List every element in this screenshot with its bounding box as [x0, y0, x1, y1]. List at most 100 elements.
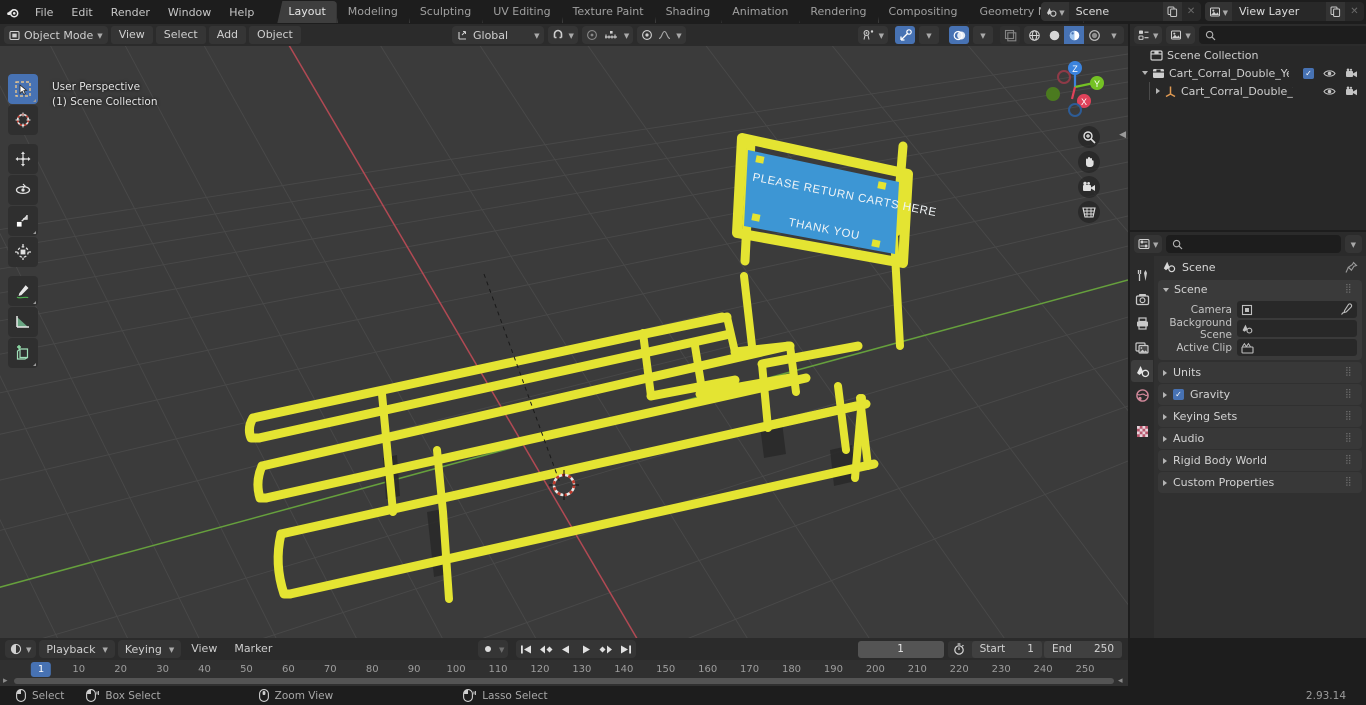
output-properties-tab[interactable]	[1131, 312, 1153, 334]
remove-view-layer-button[interactable]: ✕	[1345, 2, 1364, 21]
viewport-menu-add[interactable]: Add	[208, 26, 247, 44]
toggle-perspective-button[interactable]	[1078, 201, 1100, 223]
material-preview-shading-button[interactable]	[1064, 26, 1084, 44]
cursor-tool[interactable]	[8, 105, 38, 135]
pin-icon[interactable]	[1345, 261, 1358, 274]
current-frame-field[interactable]: 1	[857, 640, 944, 658]
disclosure-triangle-closed-icon[interactable]	[1163, 435, 1167, 442]
use-preview-range-button[interactable]	[948, 641, 970, 658]
camera-icon[interactable]	[1345, 68, 1358, 79]
outliner[interactable]: Scene Collection Cart_Corral_Double_Yell…	[1130, 46, 1366, 230]
move-tool[interactable]	[8, 144, 38, 174]
render-properties-tab[interactable]	[1131, 288, 1153, 310]
outliner-search-box[interactable]	[1198, 26, 1366, 44]
tab-modeling[interactable]: Modeling	[337, 1, 409, 23]
timeline-scroll-right-arrow[interactable]: ◂	[1118, 676, 1123, 686]
background-scene-field[interactable]	[1237, 320, 1357, 337]
timeline-menu-marker[interactable]: Marker	[227, 640, 279, 658]
tab-rendering[interactable]: Rendering	[799, 1, 877, 23]
tool-properties-tab[interactable]	[1131, 264, 1153, 286]
start-frame-value[interactable]: 1	[1027, 643, 1034, 655]
outliner-search-input[interactable]	[1219, 29, 1362, 41]
panel-drag-grip[interactable]: ⣿	[1345, 285, 1357, 294]
unlink-scene-button[interactable]: ✕	[1182, 2, 1201, 21]
panel-drag-grip[interactable]: ⣿	[1345, 456, 1357, 465]
play-button[interactable]	[576, 640, 596, 658]
overlays-options-button[interactable]: ▼	[973, 26, 993, 44]
tweak-select-box-tool[interactable]	[8, 74, 38, 104]
camera-view-button[interactable]	[1078, 176, 1100, 198]
navigation-gizmo[interactable]: Z Y X	[1042, 54, 1108, 120]
timeline-menu-keying[interactable]: Keying ▼	[117, 640, 182, 658]
outliner-row-cart-corral-object[interactable]: Cart_Corral_Double_Yellc	[1130, 82, 1366, 100]
view-layer-name-field[interactable]: View Layer	[1232, 2, 1326, 21]
viewport-menu-object[interactable]: Object	[249, 26, 301, 44]
properties-body[interactable]: Scene Scene ⣿ Camera Background Scene Ac…	[1154, 256, 1366, 638]
editor-type-selector[interactable]: Object Mode ▼	[4, 26, 108, 44]
timeline-playhead[interactable]: 1	[30, 662, 52, 677]
blender-logo-icon[interactable]	[0, 0, 26, 24]
disclosure-triangle-open-icon[interactable]	[1142, 71, 1148, 75]
tab-layout[interactable]: Layout	[277, 1, 337, 23]
properties-options-button[interactable]: ▼	[1344, 235, 1362, 253]
timeline-scrollbar[interactable]	[14, 678, 1114, 684]
orientation-label[interactable]: Global	[473, 29, 508, 42]
gizmo-toggle-button[interactable]	[895, 26, 915, 44]
jump-to-start-button[interactable]	[516, 640, 536, 658]
properties-editor-type-button[interactable]: ▼	[1134, 235, 1163, 253]
object-mode-label[interactable]: Object Mode	[24, 29, 93, 42]
falloff-group[interactable]: ▼	[637, 26, 686, 44]
scene-selector[interactable]: ▼ Scene ✕	[1041, 2, 1201, 21]
jump-to-next-keyframe-button[interactable]	[596, 640, 616, 658]
texture-properties-tab[interactable]	[1131, 420, 1153, 442]
menu-edit[interactable]: Edit	[62, 3, 101, 22]
zoom-view-button[interactable]	[1078, 126, 1100, 148]
panel-scene-header[interactable]: Scene ⣿	[1158, 280, 1362, 299]
disclosure-triangle-closed-icon[interactable]	[1156, 88, 1160, 94]
proportional-editing-group[interactable]: ▼	[581, 26, 634, 44]
view-layer-selector[interactable]: ▼ View Layer ✕	[1204, 2, 1364, 21]
solid-shading-button[interactable]	[1044, 26, 1064, 44]
tab-animation[interactable]: Animation	[721, 1, 799, 23]
disclosure-triangle-closed-icon[interactable]	[1163, 457, 1167, 464]
timeline-scroll-left-arrow[interactable]: ▸	[3, 676, 8, 686]
gizmo-options-button[interactable]: ▼	[919, 26, 939, 44]
rendered-shading-button[interactable]	[1084, 26, 1104, 44]
viewlayer-icon[interactable]: ▼	[1204, 2, 1232, 21]
end-frame-value[interactable]: 250	[1094, 643, 1114, 655]
panel-custom-properties[interactable]: Custom Properties ⣿	[1158, 472, 1362, 493]
panel-units[interactable]: Units ⣿	[1158, 362, 1362, 383]
outliner-row-scene-collection[interactable]: Scene Collection	[1130, 46, 1366, 64]
world-properties-tab[interactable]	[1131, 384, 1153, 406]
scale-tool[interactable]	[8, 206, 38, 236]
jump-to-end-button[interactable]	[616, 640, 636, 658]
properties-search-input[interactable]	[1187, 238, 1335, 250]
new-view-layer-button[interactable]	[1326, 2, 1345, 21]
panel-keying-sets[interactable]: Keying Sets ⣿	[1158, 406, 1362, 427]
wireframe-shading-button[interactable]	[1024, 26, 1044, 44]
object-types-visibility-button[interactable]: ▼	[857, 26, 888, 44]
timeline-menu-playback[interactable]: Playback ▼	[39, 640, 115, 658]
panel-drag-grip[interactable]: ⣿	[1345, 412, 1357, 421]
menu-help[interactable]: Help	[220, 3, 263, 22]
add-cube-tool[interactable]	[8, 338, 38, 368]
eye-icon[interactable]	[1323, 68, 1336, 79]
new-scene-button[interactable]	[1162, 2, 1182, 21]
outliner-row-cart-corral-collection[interactable]: Cart_Corral_Double_Yellow_0 ✓	[1130, 64, 1366, 82]
tab-shading[interactable]: Shading	[655, 1, 722, 23]
view-layer-properties-tab[interactable]	[1131, 336, 1153, 358]
disclosure-triangle-closed-icon[interactable]	[1163, 479, 1167, 486]
outliner-display-mode-selector[interactable]: ▼	[1166, 26, 1195, 44]
eye-icon[interactable]	[1323, 86, 1336, 97]
eyedropper-icon[interactable]	[1340, 303, 1353, 316]
active-clip-field[interactable]	[1237, 339, 1357, 356]
camera-icon[interactable]	[1345, 86, 1358, 97]
tab-texture-paint[interactable]: Texture Paint	[562, 1, 655, 23]
3d-viewport[interactable]: PLEASE RETURN CARTS HERE THANK YOU User …	[0, 46, 1128, 638]
snap-toggle[interactable]: ▼	[548, 26, 578, 44]
transform-orientation-selector[interactable]: Global ▼	[452, 26, 545, 44]
overlays-toggle-button[interactable]	[949, 26, 969, 44]
scene-name-field[interactable]: Scene	[1069, 2, 1163, 21]
overlays-group[interactable]: ▼	[946, 26, 996, 44]
tab-compositing[interactable]: Compositing	[878, 1, 969, 23]
